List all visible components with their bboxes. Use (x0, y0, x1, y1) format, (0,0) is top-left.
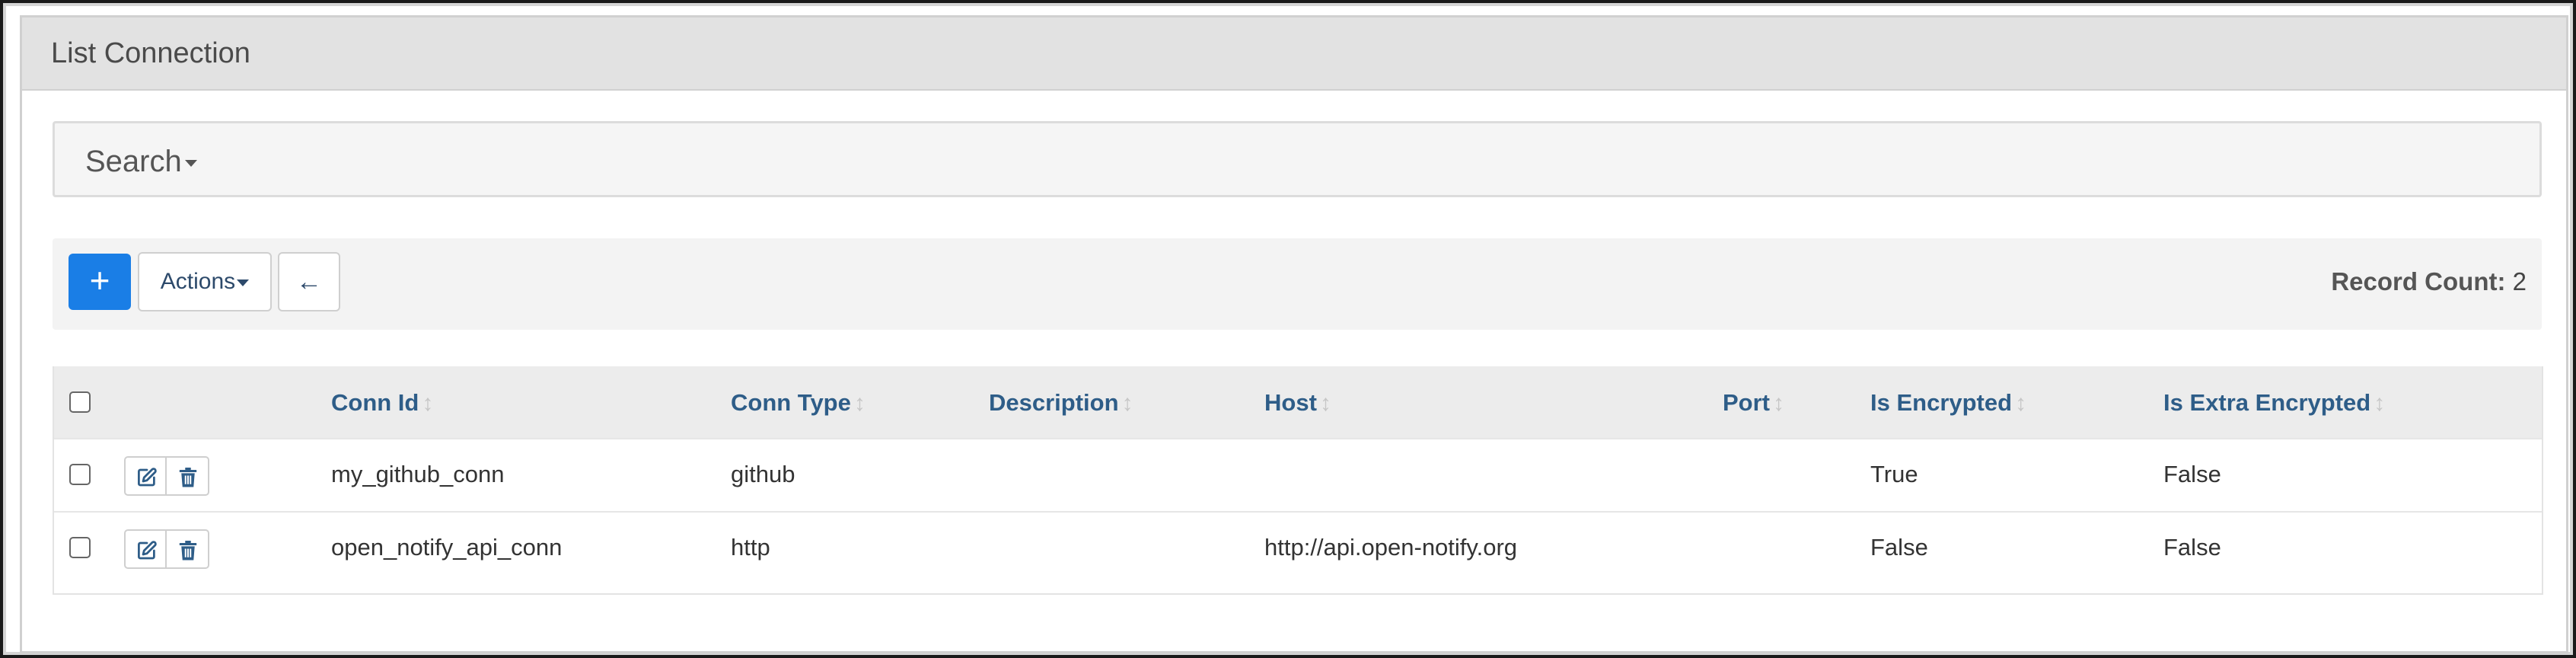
record-count-value: 2 (2512, 267, 2527, 295)
is-encrypted-cell: True (1870, 461, 1918, 487)
is-extra-encrypted-cell: False (2163, 461, 2221, 487)
caret-down-icon (184, 159, 197, 167)
row-checkbox[interactable] (69, 464, 91, 485)
column-header-is-extra-encrypted[interactable]: Is Extra Encrypted ↕ (2163, 389, 2385, 417)
panel-heading: List Connection (22, 18, 2566, 91)
column-header-label: Port (1723, 389, 1770, 416)
search-label: Search (85, 145, 182, 178)
trash-icon (179, 541, 197, 561)
conn-type-cell: http (731, 534, 770, 561)
sort-icon: ↕ (2374, 391, 2386, 416)
select-all-checkbox[interactable] (69, 391, 91, 413)
actions-label: Actions (160, 269, 236, 294)
table-row: open_notify_api_conn http http://api.ope… (54, 511, 2542, 584)
sort-icon: ↕ (1121, 391, 1133, 416)
conn-type-cell: github (731, 461, 795, 487)
caret-down-icon (237, 279, 250, 286)
column-header-conn-id[interactable]: Conn Id ↕ (331, 389, 433, 417)
sort-icon: ↕ (1319, 391, 1331, 416)
column-header-label: Is Extra Encrypted (2163, 389, 2371, 416)
edit-icon (138, 541, 157, 560)
arrow-left-icon: ← (296, 267, 322, 296)
column-header-conn-type[interactable]: Conn Type ↕ (731, 389, 866, 417)
sort-icon: ↕ (2015, 391, 2027, 416)
search-panel: Search (53, 121, 2542, 197)
search-toggle[interactable]: Search (85, 145, 197, 179)
row-checkbox[interactable] (69, 537, 91, 558)
trash-icon (179, 468, 197, 487)
column-header-is-encrypted[interactable]: Is Encrypted ↕ (1870, 389, 2026, 417)
column-header-description[interactable]: Description ↕ (989, 389, 1133, 417)
column-header-label: Conn Id (331, 389, 419, 416)
delete-button[interactable] (167, 456, 209, 496)
actions-button[interactable]: Actions (138, 252, 272, 311)
delete-button[interactable] (167, 529, 209, 569)
table-row: my_github_conn github True False (54, 438, 2542, 511)
add-button[interactable]: + (69, 254, 131, 310)
toolbar: + Actions ← Record Count: 2 (53, 238, 2542, 330)
window-frame: List Connection Search + Actions ← Recor… (3, 3, 2573, 655)
record-count-label: Record Count: (2331, 267, 2506, 295)
back-button[interactable]: ← (278, 252, 340, 311)
is-encrypted-cell: False (1870, 534, 1928, 561)
conn-id-cell: open_notify_api_conn (331, 534, 563, 561)
edit-button[interactable] (124, 529, 167, 569)
host-cell: http://api.open-notify.org (1264, 534, 1518, 561)
record-count: Record Count: 2 (2331, 267, 2527, 296)
sort-icon: ↕ (1773, 391, 1784, 416)
sort-icon: ↕ (422, 391, 434, 416)
conn-id-cell: my_github_conn (331, 461, 505, 487)
edit-button[interactable] (124, 456, 167, 496)
column-header-host[interactable]: Host ↕ (1264, 389, 1331, 417)
page-title: List Connection (51, 37, 250, 69)
column-header-label: Description (989, 389, 1119, 416)
sort-icon: ↕ (853, 391, 866, 416)
column-header-label: Conn Type (731, 389, 851, 416)
list-connection-panel: List Connection Search + Actions ← Recor… (20, 15, 2568, 653)
edit-icon (138, 468, 157, 487)
column-header-port[interactable]: Port ↕ (1723, 389, 1784, 417)
column-header-label: Host (1264, 389, 1317, 416)
is-extra-encrypted-cell: False (2163, 534, 2221, 561)
table-header: Conn Id ↕ Conn Type ↕ Description ↕ Host ↕ P… (54, 366, 2542, 438)
column-header-label: Is Encrypted (1870, 389, 2013, 416)
connections-table: Conn Id ↕ Conn Type ↕ Description ↕ Host ↕ P… (53, 366, 2543, 595)
